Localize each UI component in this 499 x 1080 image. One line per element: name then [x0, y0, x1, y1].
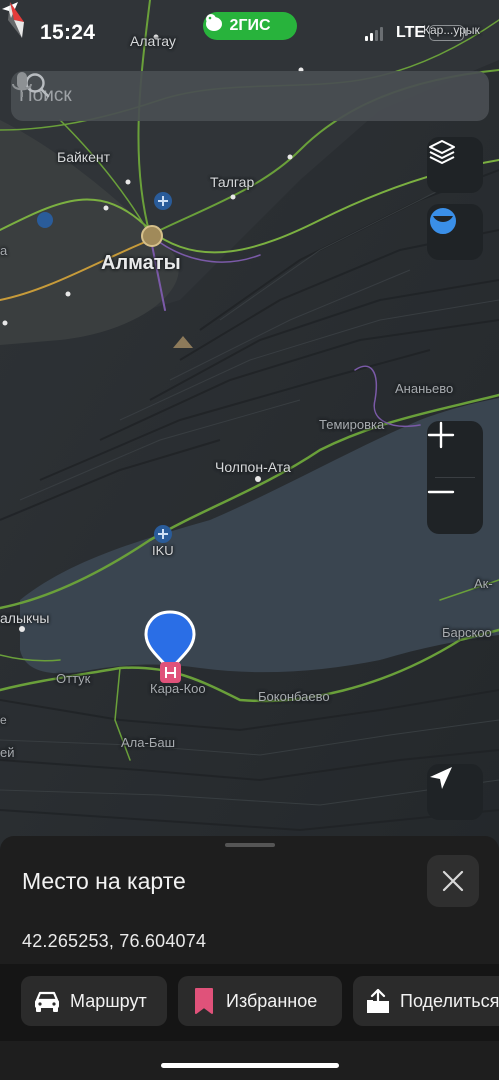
bookmark-icon	[195, 988, 213, 1014]
route-button-label: Маршрут	[70, 990, 147, 1011]
action-buttons-row: Маршрут Избранное Поделиться	[0, 964, 499, 1041]
assistant-button[interactable]	[427, 204, 483, 260]
map-label-temirovka: Темировка	[319, 417, 385, 432]
layers-icon	[429, 140, 455, 164]
close-icon	[442, 870, 464, 892]
cellular-signal-icon	[365, 27, 383, 41]
compass-icon[interactable]	[0, 0, 30, 40]
airport-icon	[154, 525, 172, 543]
map-label-bokonbaevo: Боконбаево	[258, 689, 330, 704]
app-name: 2ГИС	[229, 17, 271, 34]
search-bar[interactable]	[11, 71, 489, 121]
map-label-balykchy: алыкчы	[0, 610, 50, 626]
map-label-edge: а	[0, 243, 8, 258]
close-button[interactable]	[427, 855, 479, 907]
map-label-talgar: Талгар	[210, 174, 255, 190]
zoom-in-button[interactable]	[427, 421, 483, 477]
map-label-barskoon: Барскоо	[442, 625, 492, 640]
map-label-ala-bash: Ала-Баш	[121, 735, 176, 750]
plus-icon	[427, 421, 455, 449]
favorites-button[interactable]: Избранное	[178, 976, 342, 1026]
battery-icon	[429, 25, 468, 41]
minus-icon	[427, 490, 455, 494]
route-button[interactable]: Маршрут	[21, 976, 167, 1026]
navigation-arrow-icon	[430, 767, 452, 789]
layers-button[interactable]	[427, 137, 483, 193]
airport-icon	[37, 212, 53, 228]
my-location-button[interactable]	[427, 764, 483, 820]
map-terrain	[0, 0, 499, 860]
place-title: Место на карте	[22, 868, 186, 894]
map-label-iku: IKU	[152, 543, 174, 558]
microphone-icon[interactable]	[11, 71, 33, 99]
place-coordinates: 42.265253, 76.604074	[22, 931, 207, 951]
search-input[interactable]	[19, 85, 399, 107]
share-icon	[367, 988, 389, 1013]
home-indicator[interactable]	[161, 1063, 339, 1068]
app-logo-icon	[206, 14, 222, 31]
map-label-almaty: Алматы	[101, 252, 181, 274]
map-view[interactable]: Алатау Кар...урык Байкент Талгар Алматы …	[0, 0, 499, 860]
status-time: 15:24	[40, 21, 96, 44]
car-icon	[35, 991, 59, 1012]
sheet-grabber[interactable]	[225, 843, 275, 847]
app-badge[interactable]: 2ГИС	[203, 12, 297, 40]
share-button-label: Поделиться	[400, 990, 499, 1011]
favorites-button-label: Избранное	[226, 990, 318, 1011]
map-label-ananevo: Ананьево	[395, 381, 454, 396]
map-label-ak: Ак-	[474, 576, 493, 591]
map-label-kara-koo: Кара-Коо	[150, 681, 206, 696]
zoom-controls	[427, 421, 483, 534]
share-button[interactable]: Поделиться	[353, 976, 499, 1026]
map-label-baikent: Байкент	[57, 149, 111, 165]
status-bar: 15:24 2ГИС LTE	[0, 0, 499, 62]
map-label-edge-ey: ей	[0, 745, 15, 760]
place-bottom-sheet: Место на карте 42.265253, 76.604074 Марш…	[0, 836, 499, 1080]
zoom-out-button[interactable]	[427, 478, 483, 534]
airport-icon	[154, 192, 172, 210]
map-label-ottuk: Оттук	[56, 671, 91, 686]
map-label-edge-e: е	[0, 713, 7, 727]
assistant-icon	[430, 208, 456, 234]
network-type: LTE	[396, 24, 426, 41]
map-label-cholpon-ata: Чолпон-Ата	[215, 459, 291, 475]
